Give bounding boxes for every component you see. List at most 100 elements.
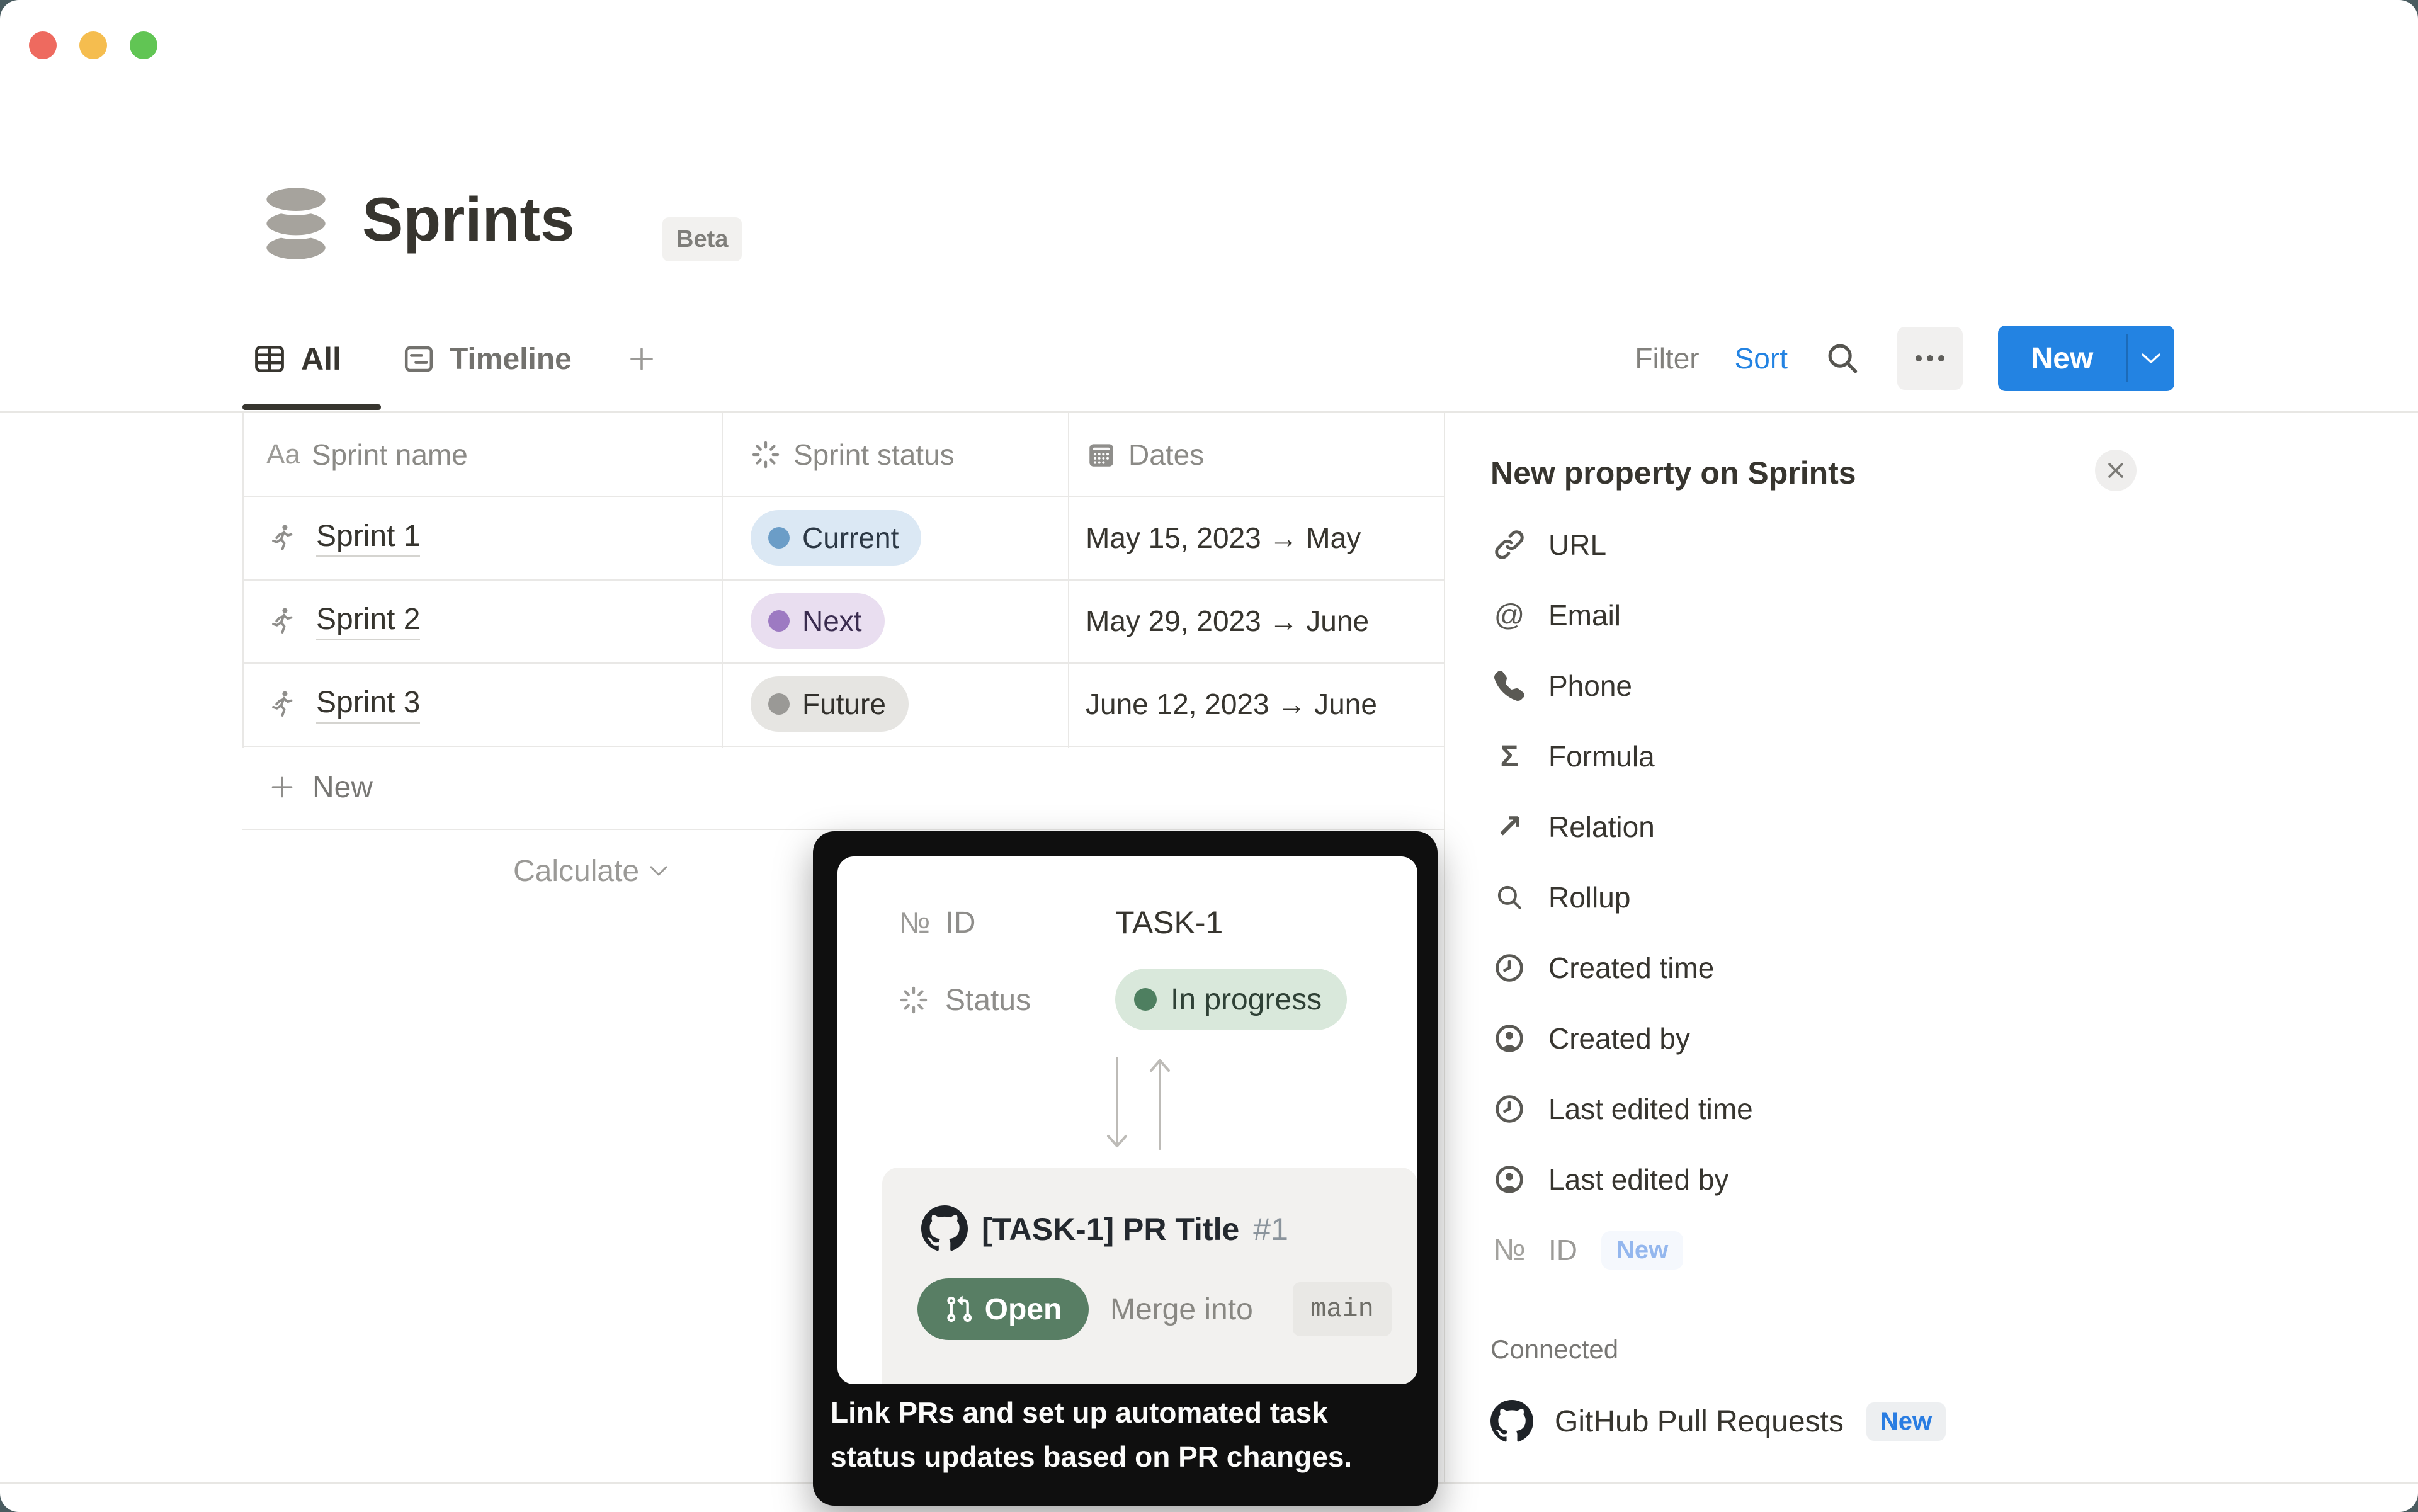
property-type-created-time[interactable]: Created time xyxy=(1445,933,2418,1003)
sprint-page-link[interactable]: Sprint 2 xyxy=(316,602,420,640)
property-type-last-edited-time[interactable]: Last edited time xyxy=(1445,1074,2418,1144)
status-property-label: Status xyxy=(897,981,1031,1019)
task-id-value: TASK-1 xyxy=(1115,904,1223,941)
database-icon xyxy=(261,186,331,261)
property-type-formula[interactable]: Σ Formula xyxy=(1445,721,2418,792)
clock-icon xyxy=(1490,1093,1528,1125)
status-burst-icon xyxy=(897,984,930,1016)
app-window: Sprints Beta All Timeline xyxy=(0,0,2418,1512)
magnifier-icon xyxy=(1490,882,1528,913)
status-dot xyxy=(768,610,790,632)
property-type-phone[interactable]: Phone xyxy=(1445,651,2418,721)
phone-icon xyxy=(1490,671,1528,701)
tab-all[interactable]: All xyxy=(252,338,341,380)
pr-branch-chip: main xyxy=(1293,1282,1392,1336)
status-label-text: Status xyxy=(945,983,1031,1018)
github-pr-card: [TASK-1] PR Title #1 Open Merge into mai… xyxy=(882,1168,1417,1384)
connected-github-pull-requests[interactable]: GitHub Pull Requests New xyxy=(1490,1389,1946,1454)
chevron-down-icon xyxy=(648,864,669,878)
at-icon: @ xyxy=(1490,598,1528,633)
sort-button[interactable]: Sort xyxy=(1735,341,1788,375)
page-title: Sprints xyxy=(362,181,575,257)
connected-section-label: Connected xyxy=(1490,1334,1618,1365)
table-row[interactable]: Sprint 3 Future June 12, 2023 → June xyxy=(242,662,1444,746)
column-header-sprint-status[interactable]: Sprint status xyxy=(749,413,955,496)
new-feature-badge: New xyxy=(1601,1231,1683,1270)
more-options-button[interactable] xyxy=(1897,327,1963,390)
property-type-created-by[interactable]: Created by xyxy=(1445,1003,2418,1074)
link-icon xyxy=(1490,528,1528,561)
filter-button[interactable]: Filter xyxy=(1635,341,1699,375)
property-type-url[interactable]: URL xyxy=(1445,509,2418,580)
status-pill[interactable]: Next xyxy=(751,593,885,649)
table-row[interactable]: Sprint 2 Next May 29, 2023 → June xyxy=(242,579,1444,662)
calculate-dropdown[interactable]: Calculate xyxy=(513,829,669,913)
sigma-icon: Σ xyxy=(1490,739,1528,774)
property-type-label: ID xyxy=(1548,1233,1577,1267)
table-view-icon xyxy=(252,341,287,377)
table-bottom-divider xyxy=(242,829,1444,830)
property-type-label: Last edited time xyxy=(1548,1092,1753,1126)
window-minimize-button[interactable] xyxy=(79,31,107,59)
property-type-label: URL xyxy=(1548,528,1606,562)
property-type-label: Last edited by xyxy=(1548,1162,1728,1197)
table-row[interactable]: Sprint 1 Current May 15, 2023 → May xyxy=(242,496,1444,579)
status-pill[interactable]: Current xyxy=(751,510,921,566)
date-range-cell[interactable]: May 29, 2023 → June xyxy=(1086,579,1442,662)
status-label: Next xyxy=(802,604,862,638)
add-row-label: New xyxy=(312,770,373,805)
date-range-cell[interactable]: June 12, 2023 → June xyxy=(1086,662,1442,746)
close-panel-button[interactable] xyxy=(2095,450,2137,491)
id-label: ID xyxy=(945,906,975,940)
text-property-icon: Aa xyxy=(266,439,300,470)
status-dot xyxy=(1134,988,1157,1011)
property-type-relation[interactable]: ↗ Relation xyxy=(1445,792,2418,862)
property-type-email[interactable]: @ Email xyxy=(1445,580,2418,651)
date-range-cell[interactable]: May 15, 2023 → May xyxy=(1086,496,1442,579)
column-header-dates[interactable]: Dates xyxy=(1086,413,1204,496)
add-row-button[interactable]: New xyxy=(242,746,1444,829)
arrow-up-right-icon: ↗ xyxy=(1490,808,1528,846)
new-record-label: New xyxy=(1998,326,2126,391)
search-icon[interactable] xyxy=(1823,339,1862,378)
sprint-page-link[interactable]: Sprint 1 xyxy=(316,519,420,557)
property-type-label: Email xyxy=(1548,598,1621,632)
view-toolbar: Filter Sort New xyxy=(1635,326,2174,391)
property-type-label: Phone xyxy=(1548,669,1632,703)
tab-timeline[interactable]: Timeline xyxy=(402,338,572,380)
property-type-rollup[interactable]: Rollup xyxy=(1445,862,2418,933)
column-header-label: Sprint name xyxy=(312,438,468,472)
pr-title: [TASK-1] PR Title xyxy=(982,1211,1239,1248)
timeline-view-icon xyxy=(402,342,436,376)
window-close-button[interactable] xyxy=(29,31,57,59)
window-zoom-button[interactable] xyxy=(130,31,157,59)
pr-open-status-pill: Open xyxy=(917,1278,1089,1340)
github-icon xyxy=(1490,1400,1533,1443)
status-burst-icon xyxy=(749,438,782,471)
pr-number: #1 xyxy=(1253,1211,1288,1248)
add-view-button[interactable] xyxy=(627,344,657,374)
property-type-label: Created by xyxy=(1548,1021,1690,1055)
sync-arrows-icon xyxy=(1102,1052,1184,1155)
status-label: Current xyxy=(802,521,899,555)
person-icon xyxy=(1490,1164,1528,1195)
chevron-down-icon[interactable] xyxy=(2128,326,2174,391)
status-pill[interactable]: Future xyxy=(751,676,909,732)
sprint-page-link[interactable]: Sprint 3 xyxy=(316,685,420,724)
status-label: Future xyxy=(802,687,886,721)
property-type-label: Created time xyxy=(1548,951,1714,985)
status-value-label: In progress xyxy=(1171,982,1322,1017)
tab-timeline-label: Timeline xyxy=(450,342,572,377)
column-header-sprint-name[interactable]: Aa Sprint name xyxy=(266,413,468,496)
github-integration-tooltip: № ID TASK-1 Status xyxy=(813,831,1438,1506)
property-type-last-edited-by[interactable]: Last edited by xyxy=(1445,1144,2418,1215)
status-pill: In progress xyxy=(1115,969,1347,1030)
new-record-button[interactable]: New xyxy=(1998,326,2174,391)
close-icon xyxy=(2105,460,2126,481)
runner-icon xyxy=(267,523,297,553)
property-type-label: Relation xyxy=(1548,810,1655,844)
property-type-id[interactable]: № ID New xyxy=(1445,1215,2418,1285)
calendar-icon xyxy=(1086,439,1117,470)
numero-icon: № xyxy=(899,906,930,940)
pr-merge-text: Merge into xyxy=(1110,1278,1253,1340)
